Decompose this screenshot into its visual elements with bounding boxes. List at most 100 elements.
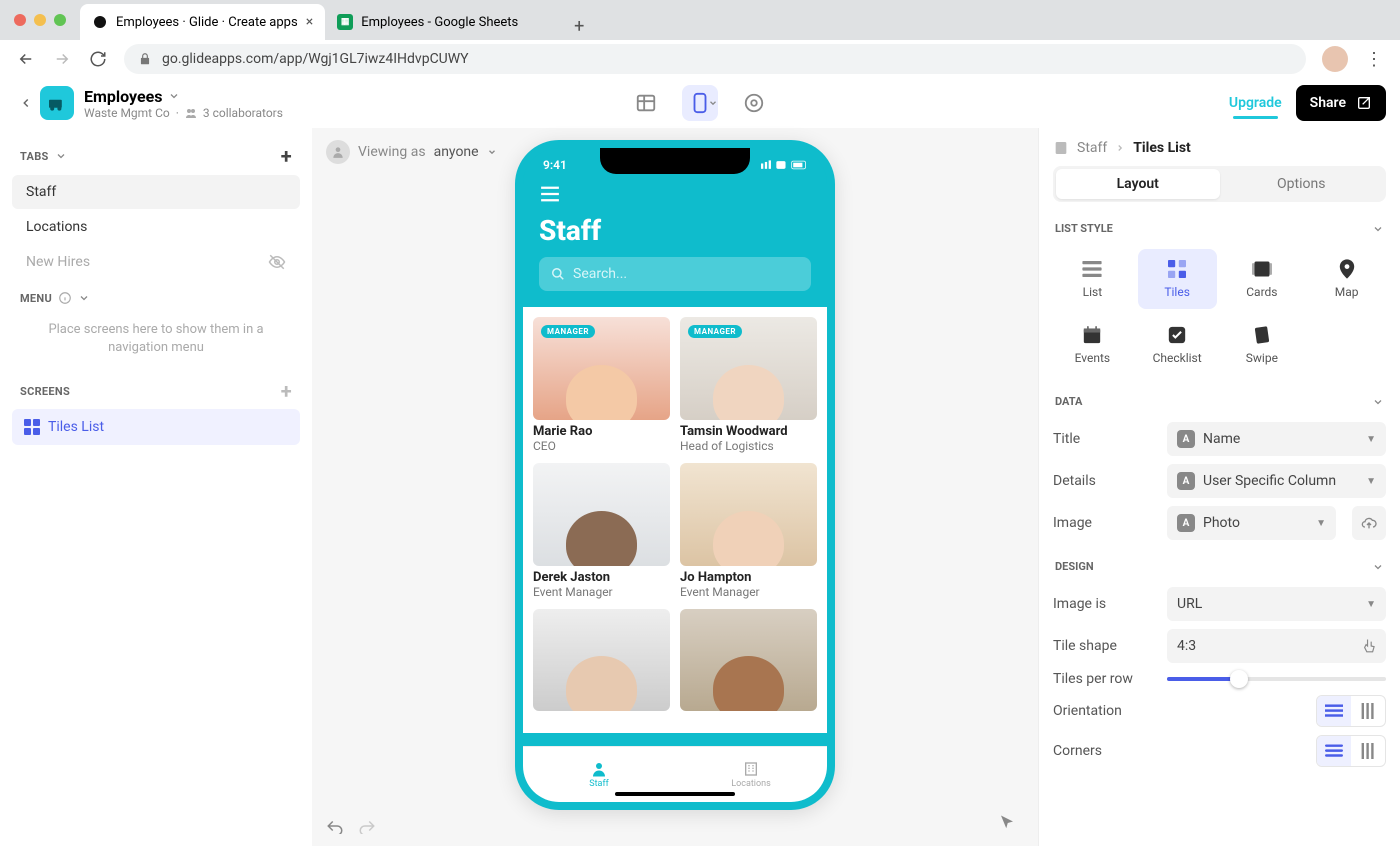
phone-tab-label: Locations [731, 779, 770, 789]
breadcrumb-parent[interactable]: Staff [1077, 140, 1107, 156]
chevron-down-icon[interactable] [487, 147, 497, 157]
segment-options[interactable]: Options [1220, 169, 1384, 199]
left-sidebar: TABS + Staff Locations New Hires MENU Pl… [0, 128, 312, 846]
add-screen-button[interactable]: + [281, 379, 292, 403]
chevron-down-icon[interactable] [55, 150, 67, 162]
style-map[interactable]: Map [1307, 249, 1386, 309]
tabs-section-header[interactable]: TABS + [8, 138, 304, 174]
settings-mode-button[interactable] [736, 85, 772, 121]
corners-rounded[interactable] [1317, 736, 1351, 766]
screens-section-header[interactable]: SCREENS + [8, 373, 304, 409]
style-cards[interactable]: Cards [1223, 249, 1302, 309]
screen-title: Staff [539, 214, 811, 247]
orientation-horizontal[interactable] [1317, 696, 1351, 726]
browser-tab-active[interactable]: Employees · Glide · Create apps × [80, 4, 325, 40]
undo-icon[interactable] [326, 818, 344, 834]
chevron-down-icon [1372, 561, 1384, 573]
field-dropdown[interactable]: A Name ▼ [1167, 422, 1386, 456]
upload-image-button[interactable] [1352, 506, 1386, 540]
forward-icon [52, 49, 72, 69]
menu-section-header[interactable]: MENU [8, 285, 304, 311]
field-dropdown[interactable]: A User Specific Column ▼ [1167, 464, 1386, 498]
data-section-header[interactable]: DATA [1053, 389, 1386, 414]
reload-icon[interactable] [88, 49, 108, 69]
browser-tab-strip: Employees · Glide · Create apps × ▦ Empl… [0, 0, 1400, 40]
style-swipe[interactable]: Swipe [1223, 315, 1302, 375]
chevron-down-icon [1372, 223, 1384, 235]
style-checklist[interactable]: Checklist [1138, 315, 1217, 375]
menu-icon[interactable] [539, 186, 811, 202]
field-corners: Corners [1053, 735, 1386, 767]
chevron-down-icon[interactable] [168, 90, 180, 102]
chevron-down-icon[interactable] [78, 292, 90, 304]
tile-item[interactable]: MANAGER Marie Rao CEO [533, 317, 670, 453]
screen-item-tiles-list[interactable]: Tiles List [12, 409, 300, 445]
style-list[interactable]: List [1053, 249, 1132, 309]
design-section-header[interactable]: DESIGN [1053, 554, 1386, 579]
field-dropdown[interactable]: 4:3 [1167, 629, 1386, 663]
browser-tab-inactive[interactable]: ▦ Employees - Google Sheets [325, 4, 565, 40]
sidebar-item-new-hires[interactable]: New Hires [12, 245, 300, 279]
sidebar-item-locations[interactable]: Locations [12, 210, 300, 244]
tile-item[interactable]: MANAGER Tamsin Woodward Head of Logistic… [680, 317, 817, 453]
tab-title: Employees - Google Sheets [361, 15, 518, 30]
segment-layout[interactable]: Layout [1056, 169, 1220, 199]
browser-menu-icon[interactable]: ⋮ [1364, 49, 1384, 70]
table-mode-button[interactable] [628, 85, 664, 121]
field-title: Title A Name ▼ [1053, 422, 1386, 456]
layout-options-segment: Layout Options [1053, 166, 1386, 202]
back-icon[interactable] [16, 49, 36, 69]
app-name[interactable]: Employees [84, 87, 162, 106]
corners-square[interactable] [1351, 736, 1385, 766]
tiles-per-row-slider[interactable] [1167, 677, 1386, 681]
slider-thumb[interactable] [1230, 670, 1248, 688]
glide-favicon [92, 14, 108, 30]
info-icon[interactable] [58, 291, 72, 305]
viewing-as-control[interactable]: Viewing as anyone [326, 140, 497, 164]
text-column-icon: A [1177, 472, 1195, 490]
minimize-window-button[interactable] [34, 14, 46, 26]
upgrade-link[interactable]: Upgrade [1229, 95, 1282, 111]
redo-icon[interactable] [358, 818, 376, 834]
sidebar-item-staff[interactable]: Staff [12, 175, 300, 209]
hidden-icon[interactable] [268, 253, 286, 271]
tile-item[interactable] [680, 609, 817, 712]
search-placeholder: Search... [573, 266, 627, 282]
add-tab-button[interactable]: + [281, 144, 292, 168]
field-value: Name [1203, 431, 1240, 447]
field-dropdown[interactable]: URL ▼ [1167, 587, 1386, 621]
close-tab-icon[interactable]: × [306, 14, 313, 30]
field-value: URL [1177, 596, 1202, 612]
style-tiles[interactable]: Tiles [1138, 249, 1217, 309]
phone-content[interactable]: MANAGER Marie Rao CEO MANAGER Tamsin Woo… [523, 307, 827, 733]
style-events[interactable]: Events [1053, 315, 1132, 375]
back-button[interactable] [14, 91, 38, 115]
tile-item[interactable]: Derek Jaston Event Manager [533, 463, 670, 599]
list-style-header[interactable]: LIST STYLE [1053, 216, 1386, 241]
tile-item[interactable]: Jo Hampton Event Manager [680, 463, 817, 599]
new-tab-button[interactable]: + [565, 12, 593, 40]
cursor-tool-icon[interactable] [998, 814, 1016, 832]
close-window-button[interactable] [14, 14, 26, 26]
profile-avatar[interactable] [1322, 46, 1348, 72]
orientation-vertical[interactable] [1351, 696, 1385, 726]
collaborators-count[interactable]: 3 collaborators [203, 106, 283, 120]
field-label: Tile shape [1053, 638, 1157, 654]
search-input[interactable]: Search... [539, 257, 811, 291]
search-icon [551, 267, 565, 281]
viewing-as-value: anyone [434, 144, 479, 160]
field-tile-shape: Tile shape 4:3 [1053, 629, 1386, 663]
style-label: Cards [1246, 285, 1277, 299]
status-time: 9:41 [543, 158, 567, 172]
app-title-block: Employees Waste Mgmt Co · 3 collaborator… [84, 87, 283, 120]
url-field[interactable]: go.glideapps.com/app/Wgj1GL7iwz4IHdvpCUW… [124, 44, 1306, 74]
chevron-down-icon[interactable] [708, 98, 718, 108]
style-label: Checklist [1153, 351, 1202, 365]
field-image: Image A Photo ▼ [1053, 506, 1386, 540]
tile-item[interactable] [533, 609, 670, 712]
url-text: go.glideapps.com/app/Wgj1GL7iwz4IHdvpCUW… [162, 51, 469, 67]
share-button[interactable]: Share [1296, 85, 1386, 121]
field-dropdown[interactable]: A Photo ▼ [1167, 506, 1336, 540]
lock-icon [138, 52, 152, 66]
maximize-window-button[interactable] [54, 14, 66, 26]
